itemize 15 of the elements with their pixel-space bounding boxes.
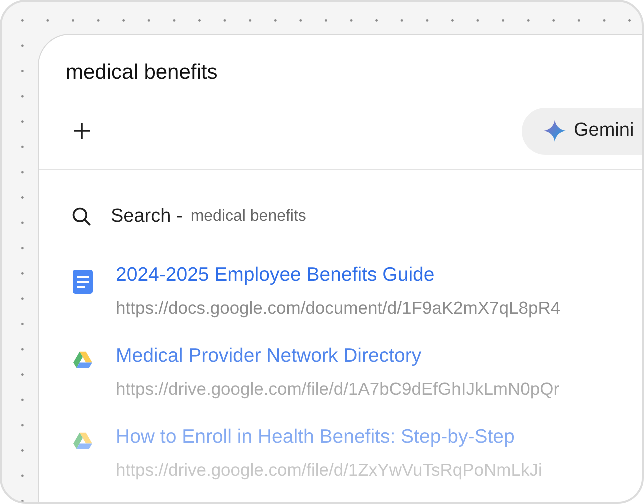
document-icon	[73, 270, 93, 294]
search-suggestion[interactable]: Search - medical benefits	[39, 170, 642, 228]
result-link[interactable]: How to Enroll in Health Benefits: Step-by-Step	[116, 426, 515, 449]
result-url: https://drive.google.com/file/d/1ZxYwVuTsRqPoNmLkJi	[116, 460, 542, 481]
add-icon[interactable]	[72, 121, 92, 141]
sparkle-icon	[544, 120, 566, 142]
drive-icon	[73, 351, 93, 369]
result-url: https://drive.google.com/file/d/1A7bC9dEfGhIJkLmN0pQr	[116, 379, 560, 400]
model-chip[interactable]: Gemini	[522, 108, 642, 154]
result-url: https://docs.google.com/document/d/1F9aK2mX7qL8pR4	[116, 298, 561, 319]
drive-icon	[73, 432, 93, 450]
query-text: medical benefits	[65, 60, 219, 85]
result-link[interactable]: Medical Provider Network Directory	[116, 345, 422, 368]
result-link[interactable]: 2024-2025 Employee Benefits Guide	[116, 264, 435, 287]
search-icon	[71, 206, 93, 228]
